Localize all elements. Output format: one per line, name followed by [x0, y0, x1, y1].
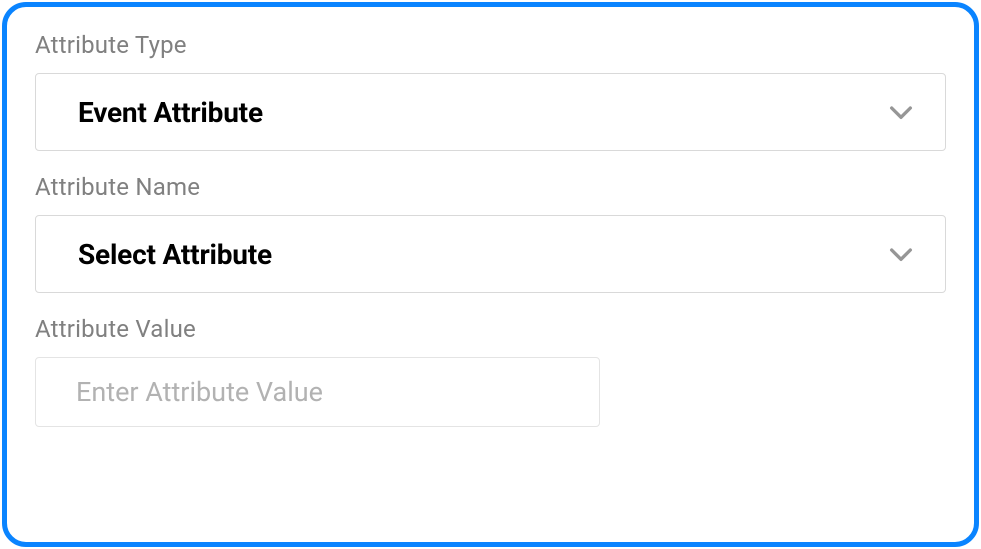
attribute-value-label: Attribute Value	[35, 315, 946, 343]
attribute-value-input[interactable]	[76, 376, 559, 408]
attribute-name-value: Select Attribute	[78, 238, 272, 271]
attribute-type-group: Attribute Type Event Attribute	[35, 31, 946, 151]
attribute-name-group: Attribute Name Select Attribute	[35, 173, 946, 293]
attribute-form-panel: Attribute Type Event Attribute Attribute…	[2, 2, 979, 547]
attribute-type-label: Attribute Type	[35, 31, 946, 59]
attribute-name-select[interactable]: Select Attribute	[35, 215, 946, 293]
chevron-down-icon	[885, 96, 917, 128]
chevron-down-icon	[885, 238, 917, 270]
attribute-type-value: Event Attribute	[78, 96, 263, 129]
attribute-value-input-wrapper	[35, 357, 600, 427]
attribute-value-group: Attribute Value	[35, 315, 946, 427]
attribute-type-select[interactable]: Event Attribute	[35, 73, 946, 151]
attribute-name-label: Attribute Name	[35, 173, 946, 201]
